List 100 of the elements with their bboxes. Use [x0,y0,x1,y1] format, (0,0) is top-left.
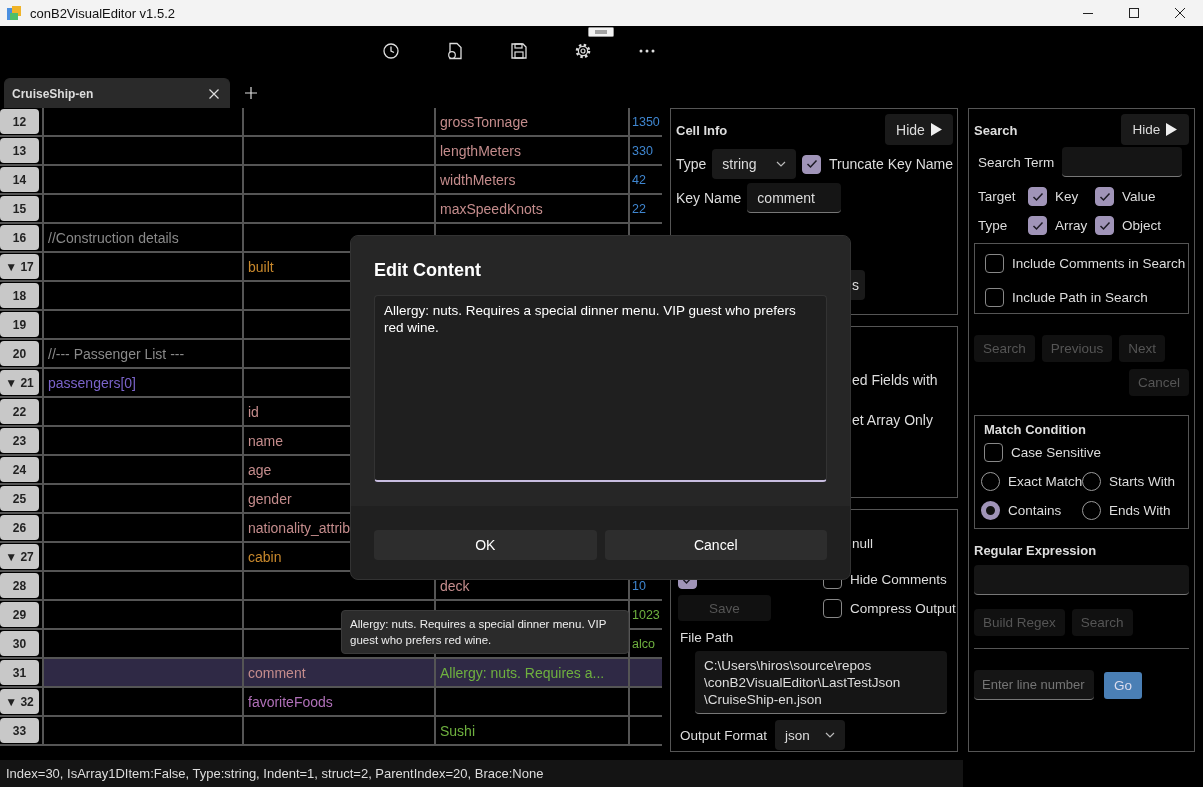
checkbox[interactable] [802,154,821,174]
checkbox[interactable] [1095,216,1114,235]
row-number-button[interactable]: 31 [0,660,39,685]
table-row[interactable]: 15 maxSpeedKnots 22 [0,195,662,224]
checkbox-label[interactable]: Key [1055,189,1079,204]
table-row[interactable]: 13 lengthMeters 330 [0,137,662,166]
checkbox-label[interactable]: Case Sensitive [1011,445,1102,460]
field-label: Type [676,156,707,172]
checkbox-label[interactable]: Include Path in Search [1012,290,1148,305]
value-cell: Sushi [440,722,476,739]
tooltip: Allergy: nuts. Requires a special dinner menu. VIP guest who prefers red wine. [341,610,629,654]
line-number-field[interactable]: Enter line number [974,670,1094,700]
key-cell: maxSpeedKnots [440,200,543,217]
save-icon[interactable] [510,41,528,60]
clock-icon[interactable] [382,41,400,60]
add-tab-icon[interactable] [245,87,257,99]
row-number-button[interactable]: 12 [0,109,39,134]
tab-label[interactable]: CruiseShip-en [12,86,94,101]
row-number-button[interactable]: 22 [0,399,39,424]
row-number-button[interactable]: 20 [0,341,39,366]
checkbox[interactable] [985,288,1004,307]
hide-button[interactable]: Hide [885,114,953,145]
row-number-button[interactable]: ▼ 21 [0,370,39,395]
row-number-button[interactable]: ▼ 27 [0,544,39,569]
drag-handle[interactable] [588,27,614,37]
radio-label[interactable]: Exact Match [1008,474,1083,489]
table-row[interactable]: 31 comment Allergy: nuts. Requires a... [0,659,662,688]
window-title: conB2VisualEditor v1.5.2 [30,5,177,21]
check-icon [1098,191,1111,202]
row-number-button[interactable]: 30 [0,631,39,656]
option-label: et Array Only [852,412,933,430]
regex-field[interactable] [974,565,1189,595]
checkbox[interactable] [984,443,1003,462]
row-number-button[interactable]: 25 [0,486,39,511]
table-row[interactable]: ▼ 32 favoriteFoods [0,688,662,717]
checkbox-label[interactable]: Array [1055,218,1088,233]
checkbox[interactable] [985,254,1004,273]
radio-label[interactable]: Ends With [1109,503,1171,518]
hide-button[interactable]: Hide [1121,114,1189,145]
row-number-button[interactable]: 33 [0,718,39,743]
app-icon [6,5,22,21]
file-icon[interactable] [446,41,464,60]
format-dropdown[interactable]: json [775,720,846,750]
chevron-icon [776,161,786,167]
document-tab[interactable]: CruiseShip-en [4,78,230,108]
object-key-cell: built [248,258,274,275]
row-number-button[interactable]: 26 [0,515,39,540]
row-number-button[interactable]: 18 [0,283,39,308]
file-path-field[interactable]: C:\Users\hiros\source\repos \conB2VisualEditor\LastTestJson \CruiseShip-en.json [695,651,947,714]
field-label: Target [978,189,1017,204]
row-number-button[interactable]: 29 [0,602,39,627]
key-cell: widthMeters [440,171,516,188]
table-row[interactable]: 33 Sushi [0,717,662,746]
row-number-button[interactable]: ▼ 17 [0,254,39,279]
checkbox-label[interactable]: Hide Comments [850,572,947,587]
row-number-button[interactable]: 14 [0,167,39,192]
row-number-button[interactable]: 24 [0,457,39,482]
checkbox[interactable] [823,598,842,618]
table-row[interactable]: 12 grossTonnage 1350 [0,108,662,137]
ok-button[interactable]: OK [374,530,597,560]
checkbox[interactable] [1028,187,1047,206]
checkbox[interactable] [1028,216,1047,235]
chevron-icon [825,732,836,738]
key-cell: gender [248,490,292,507]
key-name-field[interactable]: comment [747,183,842,213]
checkbox-label[interactable]: Value [1122,189,1156,204]
type-dropdown[interactable]: string [712,149,796,179]
row-number-button[interactable]: 28 [0,573,39,598]
row-number-button[interactable]: 16 [0,225,39,250]
field-label: Type [978,218,1009,233]
checkbox-label[interactable]: Include Comments in Search [1012,256,1186,271]
checkbox[interactable] [1095,187,1114,206]
row-number-button[interactable]: ▼ 32 [0,689,39,714]
field-label: Key Name [676,190,742,206]
checkbox-label[interactable]: Object [1122,218,1162,233]
radio-label[interactable]: Contains [1008,503,1062,518]
radio-label[interactable]: Starts With [1109,474,1175,489]
cancel-button[interactable]: Cancel [604,530,827,560]
field-label: Output Format [680,727,768,743]
settings-icon[interactable] [574,41,592,60]
close-icon[interactable] [1175,8,1185,18]
comment-cell: //Construction details [48,229,179,246]
checkbox-label[interactable]: Compress Output [850,600,956,616]
status-bar: Index=30, IsArray1DItem:False, Type:string, Indent=1, struct=2, ParentIndex=20, Brace:None [0,760,963,787]
search-field[interactable] [1062,147,1183,177]
value-cell: alco [632,636,655,651]
dialog-title: Edit Content [374,260,482,281]
table-row[interactable]: 14 widthMeters 42 [0,166,662,195]
row-number-button[interactable]: 15 [0,196,39,221]
maximize-icon[interactable] [1129,8,1139,18]
triangle-icon [930,123,942,136]
field-label: File Path [680,630,735,645]
radio-button[interactable] [981,501,1000,520]
row-number-button[interactable]: 19 [0,312,39,337]
checkbox-label[interactable]: Truncate Key Name [829,156,953,172]
row-number-button[interactable]: 13 [0,138,39,163]
check-icon [1031,191,1044,202]
key-cell: deck [440,577,470,594]
content-text-area[interactable]: Allergy: nuts. Requires a special dinner menu. VIP guest who prefers red wine. [374,295,827,482]
row-number-button[interactable]: 23 [0,428,39,453]
